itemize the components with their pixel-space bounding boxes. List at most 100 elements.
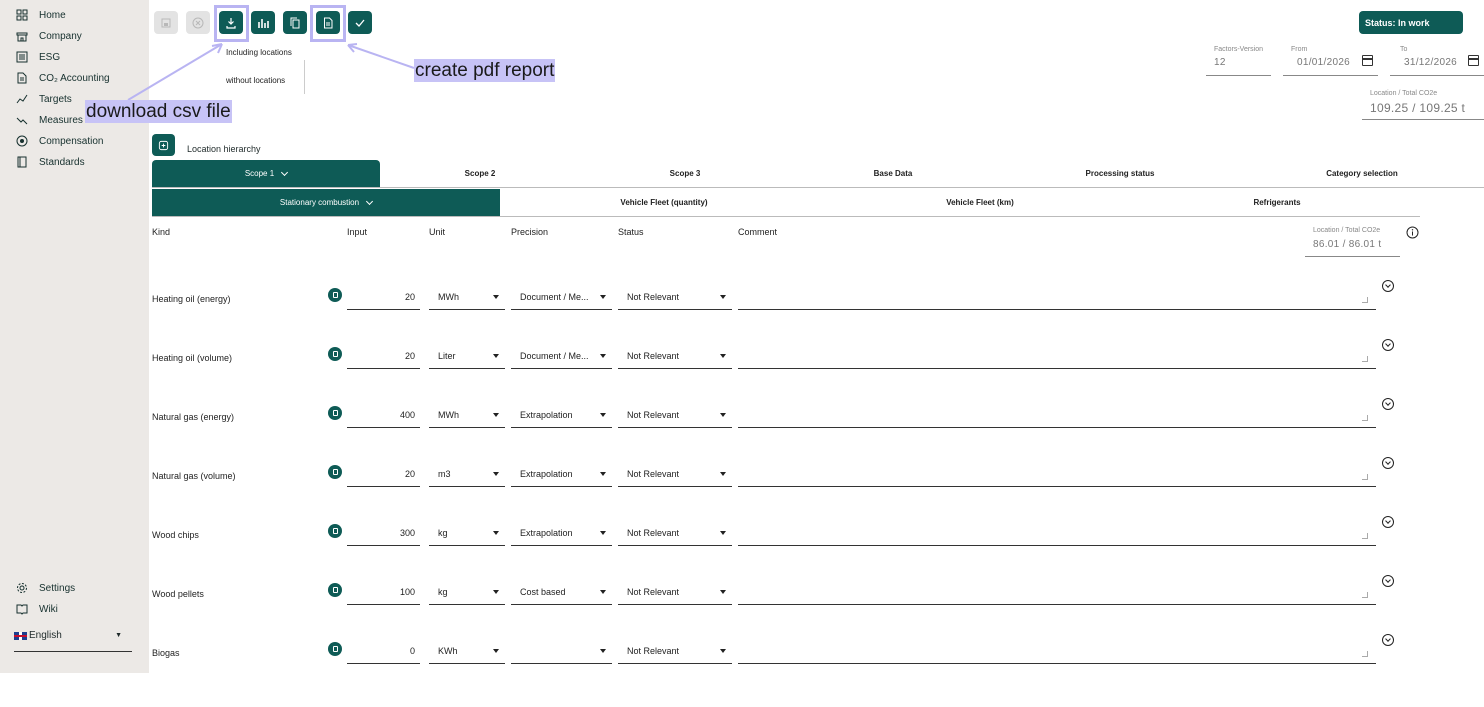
- list-icon: [16, 51, 28, 63]
- expand-row-icon[interactable]: [1382, 457, 1394, 469]
- expand-row-icon[interactable]: [1382, 575, 1394, 587]
- copy-button[interactable]: [283, 11, 307, 34]
- menu-item-without-locations[interactable]: without locations: [226, 76, 285, 85]
- chart-line-icon: [16, 93, 28, 105]
- status-select[interactable]: Not Relevant: [618, 579, 732, 605]
- precision-select[interactable]: Extrapolation: [511, 461, 612, 487]
- expand-row-icon[interactable]: [1382, 339, 1394, 351]
- copy-icon: [290, 17, 300, 28]
- comment-field[interactable]: [738, 343, 1376, 369]
- comment-field[interactable]: [738, 638, 1376, 664]
- unit-select[interactable]: Liter: [429, 343, 505, 369]
- info-icon[interactable]: [1406, 226, 1419, 239]
- subtab-refrigerants[interactable]: Refrigerants: [1177, 189, 1377, 216]
- input-field[interactable]: 300: [347, 520, 420, 546]
- status-select[interactable]: Not Relevant: [618, 638, 732, 664]
- expand-row-icon[interactable]: [1382, 516, 1394, 528]
- from-date-label: From: [1291, 46, 1308, 53]
- menu-item-including-locations[interactable]: Including locations: [226, 48, 292, 57]
- sidebar-item-measures[interactable]: Measures: [16, 112, 83, 128]
- comment-field[interactable]: [738, 579, 1376, 605]
- subtab-vehicle-fleet-km[interactable]: Vehicle Fleet (km): [880, 189, 1080, 216]
- input-field[interactable]: 400: [347, 402, 420, 428]
- copy-icon[interactable]: [328, 642, 342, 656]
- unit-select[interactable]: MWh: [429, 402, 505, 428]
- comment-field[interactable]: [738, 284, 1376, 310]
- sidebar-item-co2-accounting[interactable]: CO₂ Accounting: [16, 70, 110, 86]
- tab-scope-3[interactable]: Scope 3: [585, 160, 785, 187]
- unit-select[interactable]: m3: [429, 461, 505, 487]
- copy-icon[interactable]: [328, 288, 342, 302]
- precision-select[interactable]: Cost based: [511, 579, 612, 605]
- category-total-field: Location / Total CO2e 86.01 / 86.01 t: [1305, 227, 1400, 257]
- statistics-button[interactable]: [251, 11, 275, 34]
- status-value: Not Relevant: [627, 291, 680, 302]
- sidebar-item-standards[interactable]: Standards: [16, 154, 85, 170]
- status-select[interactable]: Not Relevant: [618, 343, 732, 369]
- unit-value: Liter: [438, 350, 456, 361]
- status-button[interactable]: Status: In work: [1359, 11, 1463, 34]
- tab-scope-1[interactable]: Scope 1: [152, 160, 380, 187]
- row-kind: Natural gas (energy): [152, 412, 235, 422]
- category-subtabs: Stationary combustion Vehicle Fleet (qua…: [152, 189, 1420, 217]
- input-field[interactable]: 20: [347, 343, 420, 369]
- precision-select[interactable]: Document / Me...: [511, 284, 612, 310]
- arrow-csv-head: [211, 43, 223, 54]
- sidebar-item-esg[interactable]: ESG: [16, 49, 60, 65]
- sidebar-item-label: CO₂ Accounting: [39, 72, 110, 84]
- input-field[interactable]: 100: [347, 579, 420, 605]
- tab-category-selection[interactable]: Category selection: [1262, 160, 1462, 187]
- expand-row-icon[interactable]: [1382, 634, 1394, 646]
- precision-select[interactable]: Extrapolation: [511, 402, 612, 428]
- expand-row-icon[interactable]: [1382, 280, 1394, 292]
- copy-icon[interactable]: [328, 347, 342, 361]
- copy-icon[interactable]: [328, 406, 342, 420]
- input-field[interactable]: 0: [347, 638, 420, 664]
- save-button[interactable]: [154, 11, 178, 34]
- scope-tabs: Scope 1 Scope 2 Scope 3 Base Data Proces…: [152, 160, 1484, 188]
- subtab-vehicle-fleet-quantity[interactable]: Vehicle Fleet (quantity): [564, 189, 764, 216]
- precision-select[interactable]: Document / Me...: [511, 343, 612, 369]
- tab-scope-2[interactable]: Scope 2: [380, 160, 580, 187]
- unit-select[interactable]: KWh: [429, 638, 505, 664]
- precision-select[interactable]: [511, 638, 612, 664]
- comment-field[interactable]: [738, 520, 1376, 546]
- subtab-stationary-combustion[interactable]: Stationary combustion: [152, 189, 500, 216]
- status-select[interactable]: Not Relevant: [618, 284, 732, 310]
- cancel-button[interactable]: [186, 11, 210, 34]
- sidebar-item-compensation[interactable]: Compensation: [16, 133, 103, 149]
- sidebar-item-label: ESG: [39, 51, 61, 63]
- tab-base-data[interactable]: Base Data: [793, 160, 993, 187]
- row-kind: Heating oil (volume): [152, 353, 233, 363]
- close-circle-icon: [192, 17, 204, 28]
- comment-field[interactable]: [738, 461, 1376, 487]
- check-icon: [355, 19, 365, 27]
- sidebar-item-targets[interactable]: Targets: [16, 91, 72, 107]
- status-select[interactable]: Not Relevant: [618, 402, 732, 428]
- status-select[interactable]: Not Relevant: [618, 461, 732, 487]
- unit-select[interactable]: kg: [429, 579, 505, 605]
- unit-select[interactable]: kg: [429, 520, 505, 546]
- tab-processing-status[interactable]: Processing status: [1020, 160, 1220, 187]
- copy-icon[interactable]: [328, 524, 342, 538]
- status-value: Not Relevant: [627, 586, 680, 597]
- precision-select[interactable]: Extrapolation: [511, 520, 612, 546]
- comment-field[interactable]: [738, 402, 1376, 428]
- sidebar-item-company[interactable]: Company: [16, 28, 82, 44]
- copy-icon[interactable]: [328, 465, 342, 479]
- expand-row-icon[interactable]: [1382, 398, 1394, 410]
- input-field[interactable]: 20: [347, 284, 420, 310]
- caret-down-icon: [493, 295, 499, 299]
- factors-version-field[interactable]: Factors-Version 12: [1206, 46, 1271, 76]
- approve-button[interactable]: [348, 11, 372, 34]
- input-field[interactable]: 20: [347, 461, 420, 487]
- calendar-icon[interactable]: [1362, 55, 1373, 66]
- location-hierarchy-button[interactable]: [152, 134, 175, 156]
- calendar-icon[interactable]: [1468, 55, 1479, 66]
- status-value: Not Relevant: [627, 350, 680, 361]
- status-select[interactable]: Not Relevant: [618, 520, 732, 546]
- sidebar-item-home[interactable]: Home: [16, 7, 66, 23]
- caret-down-icon: [720, 649, 726, 653]
- unit-select[interactable]: MWh: [429, 284, 505, 310]
- copy-icon[interactable]: [328, 583, 342, 597]
